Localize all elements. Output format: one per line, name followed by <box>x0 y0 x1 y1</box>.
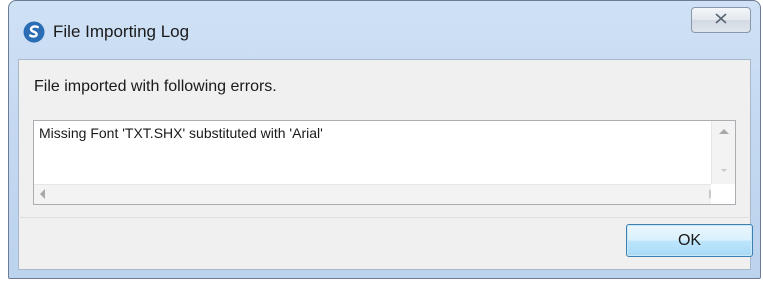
scroll-up-arrow-icon[interactable] <box>719 129 729 134</box>
status-message: File imported with following errors. <box>34 78 277 95</box>
file-importing-log-dialog: File Importing Log File imported with fo… <box>8 0 761 279</box>
error-log-list[interactable]: Missing Font 'TXT.SHX' substituted with … <box>33 120 736 205</box>
vertical-scrollbar[interactable] <box>711 121 735 185</box>
ok-button[interactable]: OK <box>626 224 753 257</box>
close-button[interactable] <box>691 7 751 33</box>
window-title: File Importing Log <box>53 22 190 41</box>
dialog-content: File imported with following errors. Mis… <box>18 59 751 217</box>
app-logo-icon <box>23 21 45 43</box>
scroll-down-arrow-icon[interactable] <box>721 169 727 172</box>
horizontal-scrollbar[interactable] <box>34 184 720 204</box>
button-bar: OK <box>18 217 753 270</box>
log-entry[interactable]: Missing Font 'TXT.SHX' substituted with … <box>39 125 323 141</box>
title-bar[interactable]: File Importing Log <box>9 1 760 59</box>
close-icon <box>715 11 727 29</box>
scroll-left-arrow-icon[interactable] <box>40 189 45 199</box>
scrollbar-corner <box>711 184 735 204</box>
